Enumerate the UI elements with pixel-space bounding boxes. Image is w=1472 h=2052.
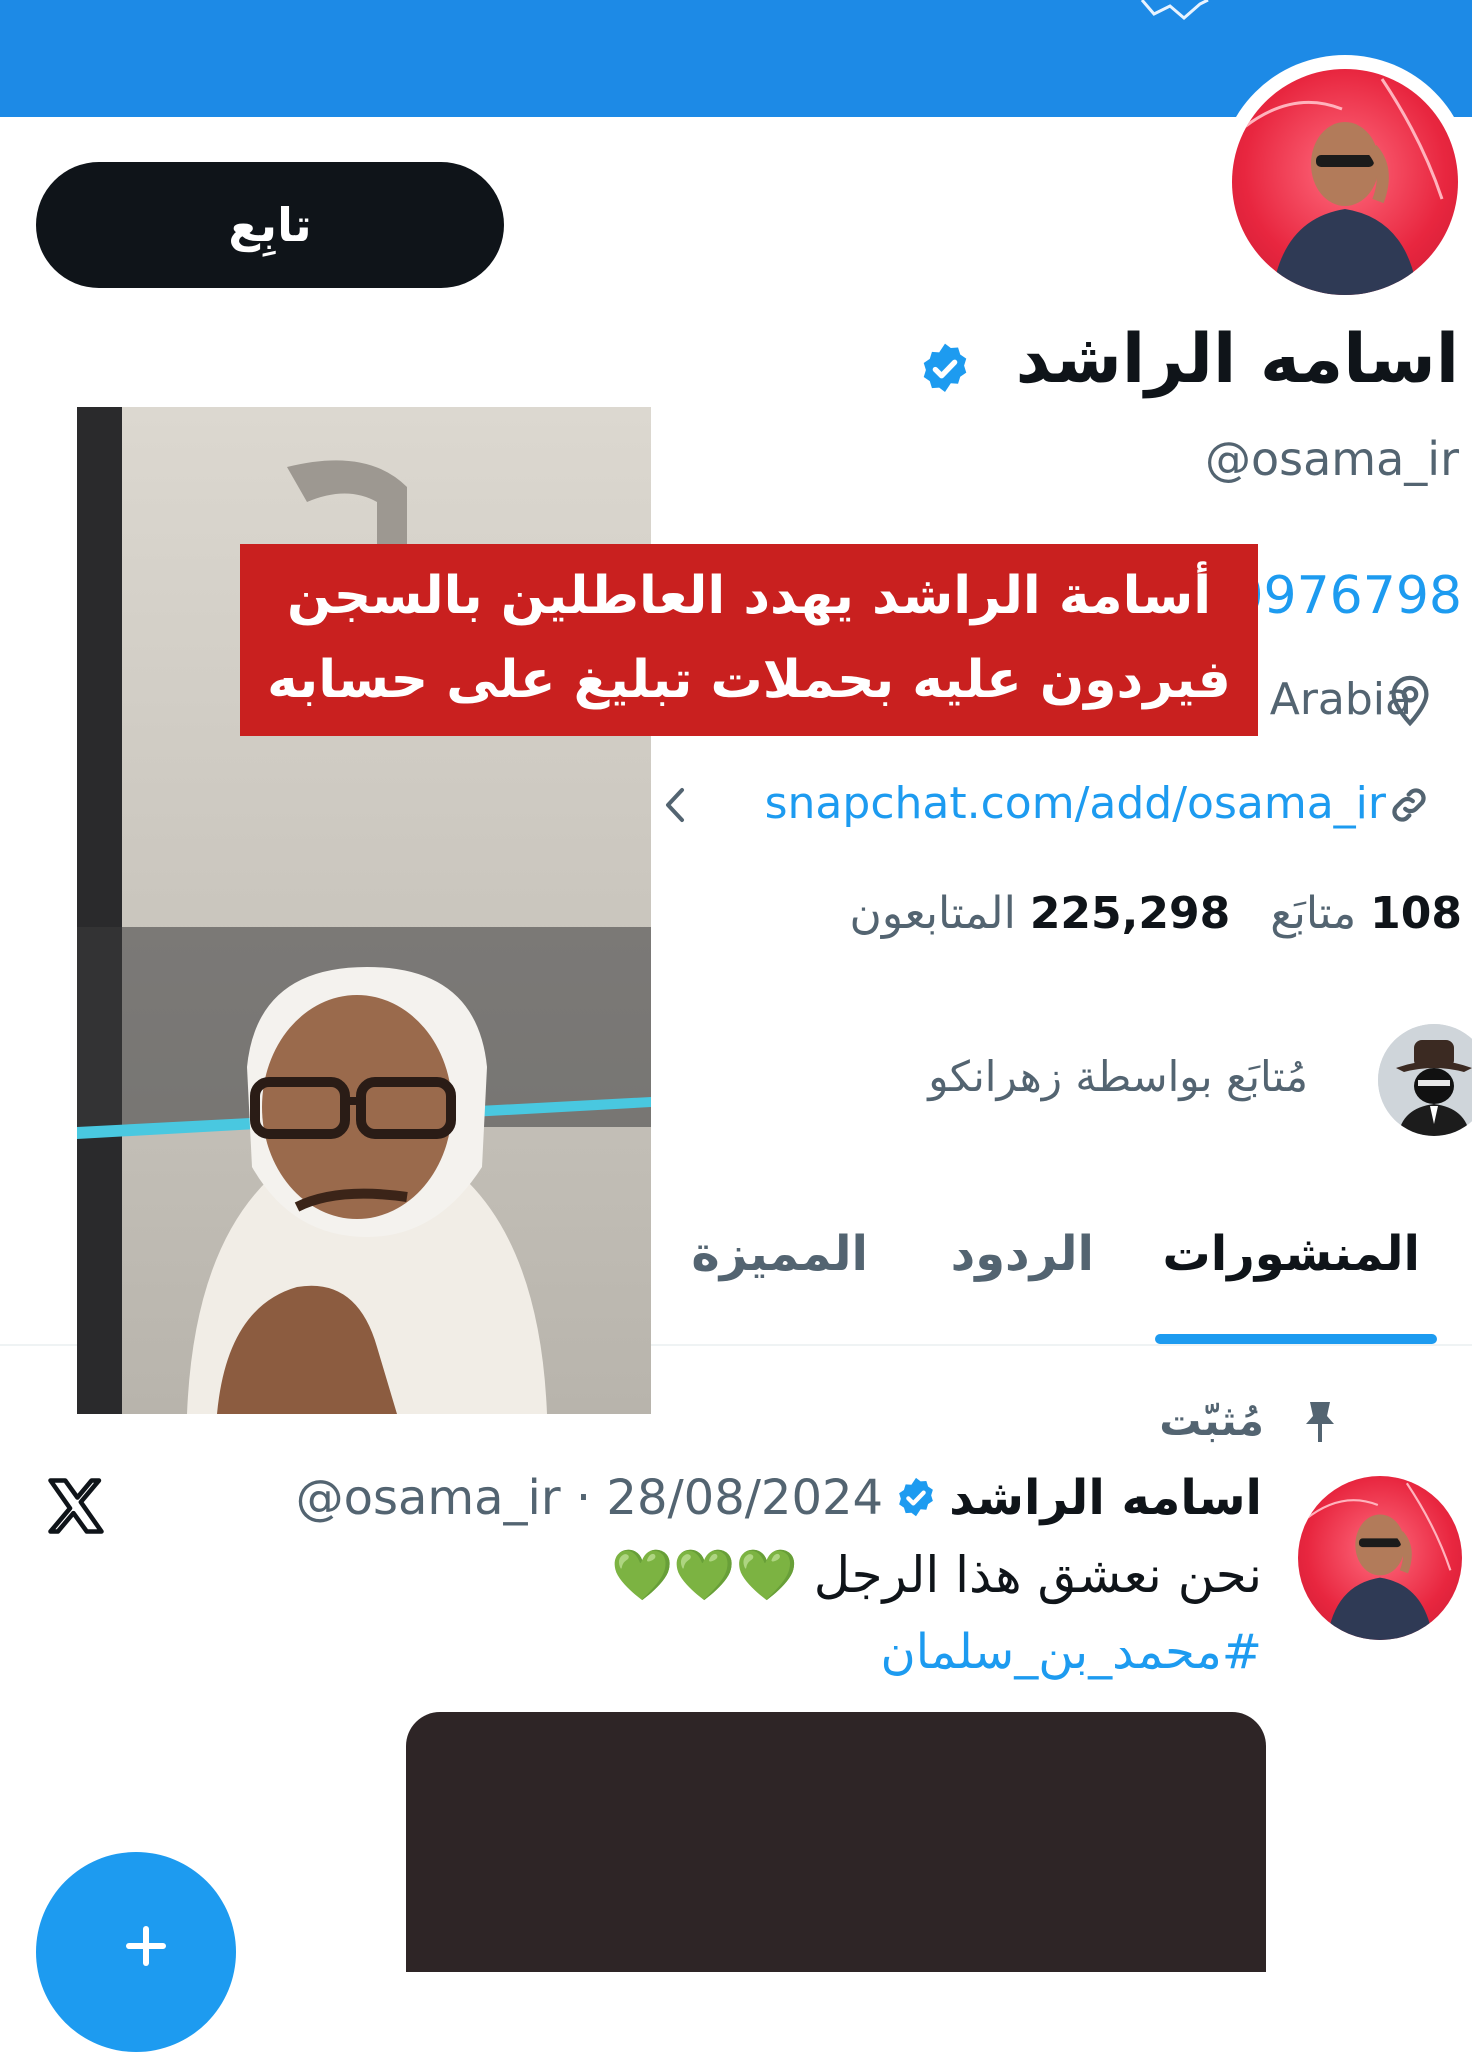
tab-featured[interactable]: المميزة <box>691 1226 868 1282</box>
following-label: متابَع <box>1270 888 1357 939</box>
follow-stats: 108 متابَع 225,298 المتابعون <box>850 888 1462 939</box>
profile-name: اسامه الراشد <box>1015 320 1459 399</box>
pin-icon <box>1306 1402 1334 1442</box>
post-text: نحن نعشق هذا الرجل 💚💚💚 <box>611 1546 1262 1605</box>
green-hearts: 💚💚💚 <box>611 1546 798 1604</box>
x-logo-icon <box>48 1478 104 1534</box>
tab-replies[interactable]: الردود <box>951 1226 1094 1282</box>
post-header: اسامه الراشد @osama_ir · 28/08/2024 <box>296 1470 1262 1526</box>
profile-link[interactable]: snapchat.com/add/osama_ir <box>765 778 1386 829</box>
post-meta: @osama_ir · 28/08/2024 <box>295 1470 884 1526</box>
link-icon <box>1392 788 1426 822</box>
followers-label: المتابعون <box>849 888 1016 939</box>
post-author-avatar[interactable] <box>1298 1476 1462 1640</box>
follow-button[interactable]: تابِع <box>36 162 504 288</box>
pinned-label: مُثبّت <box>1159 1396 1264 1445</box>
bio-number: 0976798 <box>1230 566 1462 626</box>
follower-avatar[interactable] <box>1378 1024 1472 1136</box>
tab-posts[interactable]: المنشورات <box>1162 1226 1420 1282</box>
profile-avatar[interactable] <box>1232 69 1458 295</box>
following-stat[interactable]: 108 متابَع <box>1270 888 1462 939</box>
followers-stat[interactable]: 225,298 المتابعون <box>850 888 1231 939</box>
verified-badge-icon <box>923 343 967 392</box>
location-pin-icon <box>1391 675 1429 727</box>
banner-decoration-icon <box>1140 0 1209 20</box>
post-hashtag[interactable]: #محمد_بن_سلمان <box>881 1624 1263 1680</box>
cowboy-avatar-icon <box>1378 1024 1472 1136</box>
avatar-portrait-icon <box>1304 1482 1452 1640</box>
following-count: 108 <box>1370 888 1462 939</box>
post-body: نحن نعشق هذا الرجل <box>813 1546 1262 1604</box>
avatar-portrait-icon <box>1241 78 1444 295</box>
post-media[interactable] <box>406 1712 1266 1972</box>
plus-icon <box>126 1926 166 1966</box>
followers-count: 225,298 <box>1029 888 1231 939</box>
profile-handle: @osama_ir <box>1205 432 1459 486</box>
verified-badge-icon <box>899 1477 933 1517</box>
post-author-name[interactable]: اسامه الراشد <box>949 1470 1262 1526</box>
overlay-caption: أسامة الراشد يهدد العاطلين بالسجن فيردون… <box>240 544 1258 736</box>
caption-line-1: أسامة الراشد يهدد العاطلين بالسجن <box>286 566 1212 626</box>
followed-by-text[interactable]: مُتابَع بواسطة زهرانكو <box>928 1052 1308 1101</box>
chevron-left-icon[interactable] <box>660 782 690 828</box>
caption-line-2: فيردون عليه بحملات تبليغ على حسابه <box>267 650 1231 710</box>
active-tab-indicator <box>1155 1334 1437 1344</box>
